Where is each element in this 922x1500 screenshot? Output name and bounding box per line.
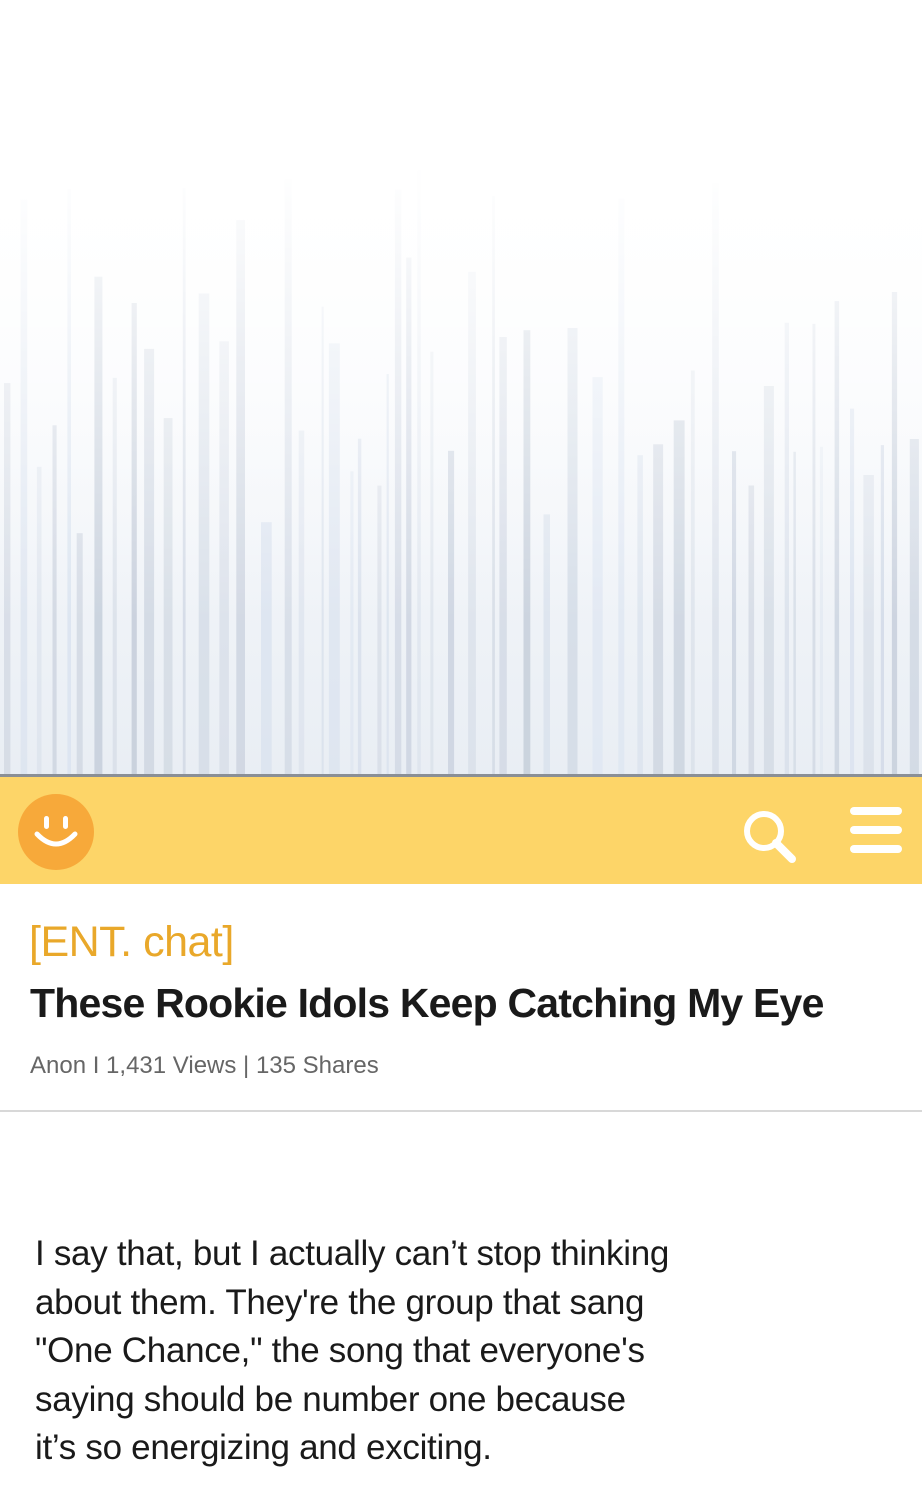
speed-line: [76, 533, 83, 774]
speed-line: [653, 444, 664, 774]
speed-line: [880, 445, 884, 774]
speed-line: [298, 430, 305, 774]
page: [ENT. chat] These Rookie Idols Keep Catc…: [0, 0, 922, 1500]
body-line: saying should be number one because: [35, 1379, 626, 1419]
speed-line: [834, 301, 840, 774]
speed-line: [112, 377, 117, 774]
speed-line: [52, 425, 57, 774]
search-button[interactable]: [740, 807, 800, 865]
smiley-icon: [34, 816, 78, 847]
speed-line: [144, 348, 155, 774]
speed-line: [219, 341, 229, 774]
speed-line: [819, 446, 823, 774]
speed-line: [236, 220, 245, 774]
article-title: These Rookie Idols Keep Catching My Eye: [30, 980, 824, 1026]
speed-line: [261, 522, 272, 774]
speed-line: [357, 438, 362, 774]
speedline-art: [4, 170, 919, 774]
speed-line: [406, 257, 412, 774]
speed-line: [430, 351, 434, 774]
speed-line: [163, 418, 173, 774]
speed-line: [321, 306, 324, 774]
speed-line: [182, 188, 186, 774]
speed-line: [673, 420, 685, 774]
speed-line: [377, 485, 382, 774]
speed-line: [394, 189, 402, 774]
search-icon: [744, 811, 796, 863]
speed-line: [712, 183, 719, 774]
speed-line: [94, 276, 103, 774]
article-header: [ENT. chat] These Rookie Idols Keep Catc…: [0, 884, 922, 1112]
speed-line: [812, 323, 816, 774]
speed-line: [850, 408, 855, 774]
hamburger-menu-icon: [850, 826, 902, 834]
article-body: I say that, but I actually can’t stop th…: [35, 1230, 895, 1473]
speed-line: [863, 475, 874, 774]
speed-line: [523, 330, 531, 774]
menu-button[interactable]: [848, 807, 904, 857]
speed-line: [468, 271, 476, 774]
speed-line: [567, 328, 578, 774]
speed-line: [618, 198, 625, 774]
speed-line: [499, 337, 507, 774]
speed-line: [784, 322, 789, 774]
speed-line: [793, 451, 796, 774]
speed-line: [284, 179, 292, 774]
speed-line: [748, 485, 755, 774]
speed-line: [36, 466, 42, 774]
speed-line: [198, 293, 210, 774]
speed-line: [909, 439, 919, 774]
hamburger-menu-icon: [850, 845, 902, 853]
app-bar: [0, 774, 922, 884]
body-line: "One Chance," the song that everyone's: [35, 1331, 645, 1370]
speed-line: [131, 303, 137, 774]
body-line: I say that, but I actually can’t stop th…: [35, 1234, 670, 1273]
speed-line: [592, 377, 603, 774]
speed-line: [386, 374, 389, 774]
speed-line: [417, 170, 421, 774]
speed-line: [543, 514, 550, 774]
body-line: about them. They're the group that sang: [35, 1282, 645, 1322]
speed-line: [891, 292, 898, 774]
smiley-logo-icon[interactable]: [18, 794, 94, 870]
speed-line: [67, 189, 71, 774]
speedline-background: [0, 0, 922, 774]
speed-line: [492, 196, 495, 774]
speed-line: [20, 199, 28, 774]
article-meta: Anon I 1,431 Views | 135 Shares: [30, 1052, 379, 1079]
body-line: it’s so energizing and exciting.: [35, 1428, 492, 1467]
speed-line: [732, 451, 737, 774]
speed-line: [763, 386, 774, 774]
speed-line: [328, 343, 340, 774]
speed-line: [4, 383, 11, 774]
speed-line: [690, 370, 695, 774]
speed-line: [350, 471, 354, 774]
hamburger-menu-icon: [850, 807, 902, 815]
speed-line: [448, 450, 455, 774]
article-category[interactable]: [ENT. chat]: [29, 918, 234, 967]
speed-line: [637, 455, 643, 774]
